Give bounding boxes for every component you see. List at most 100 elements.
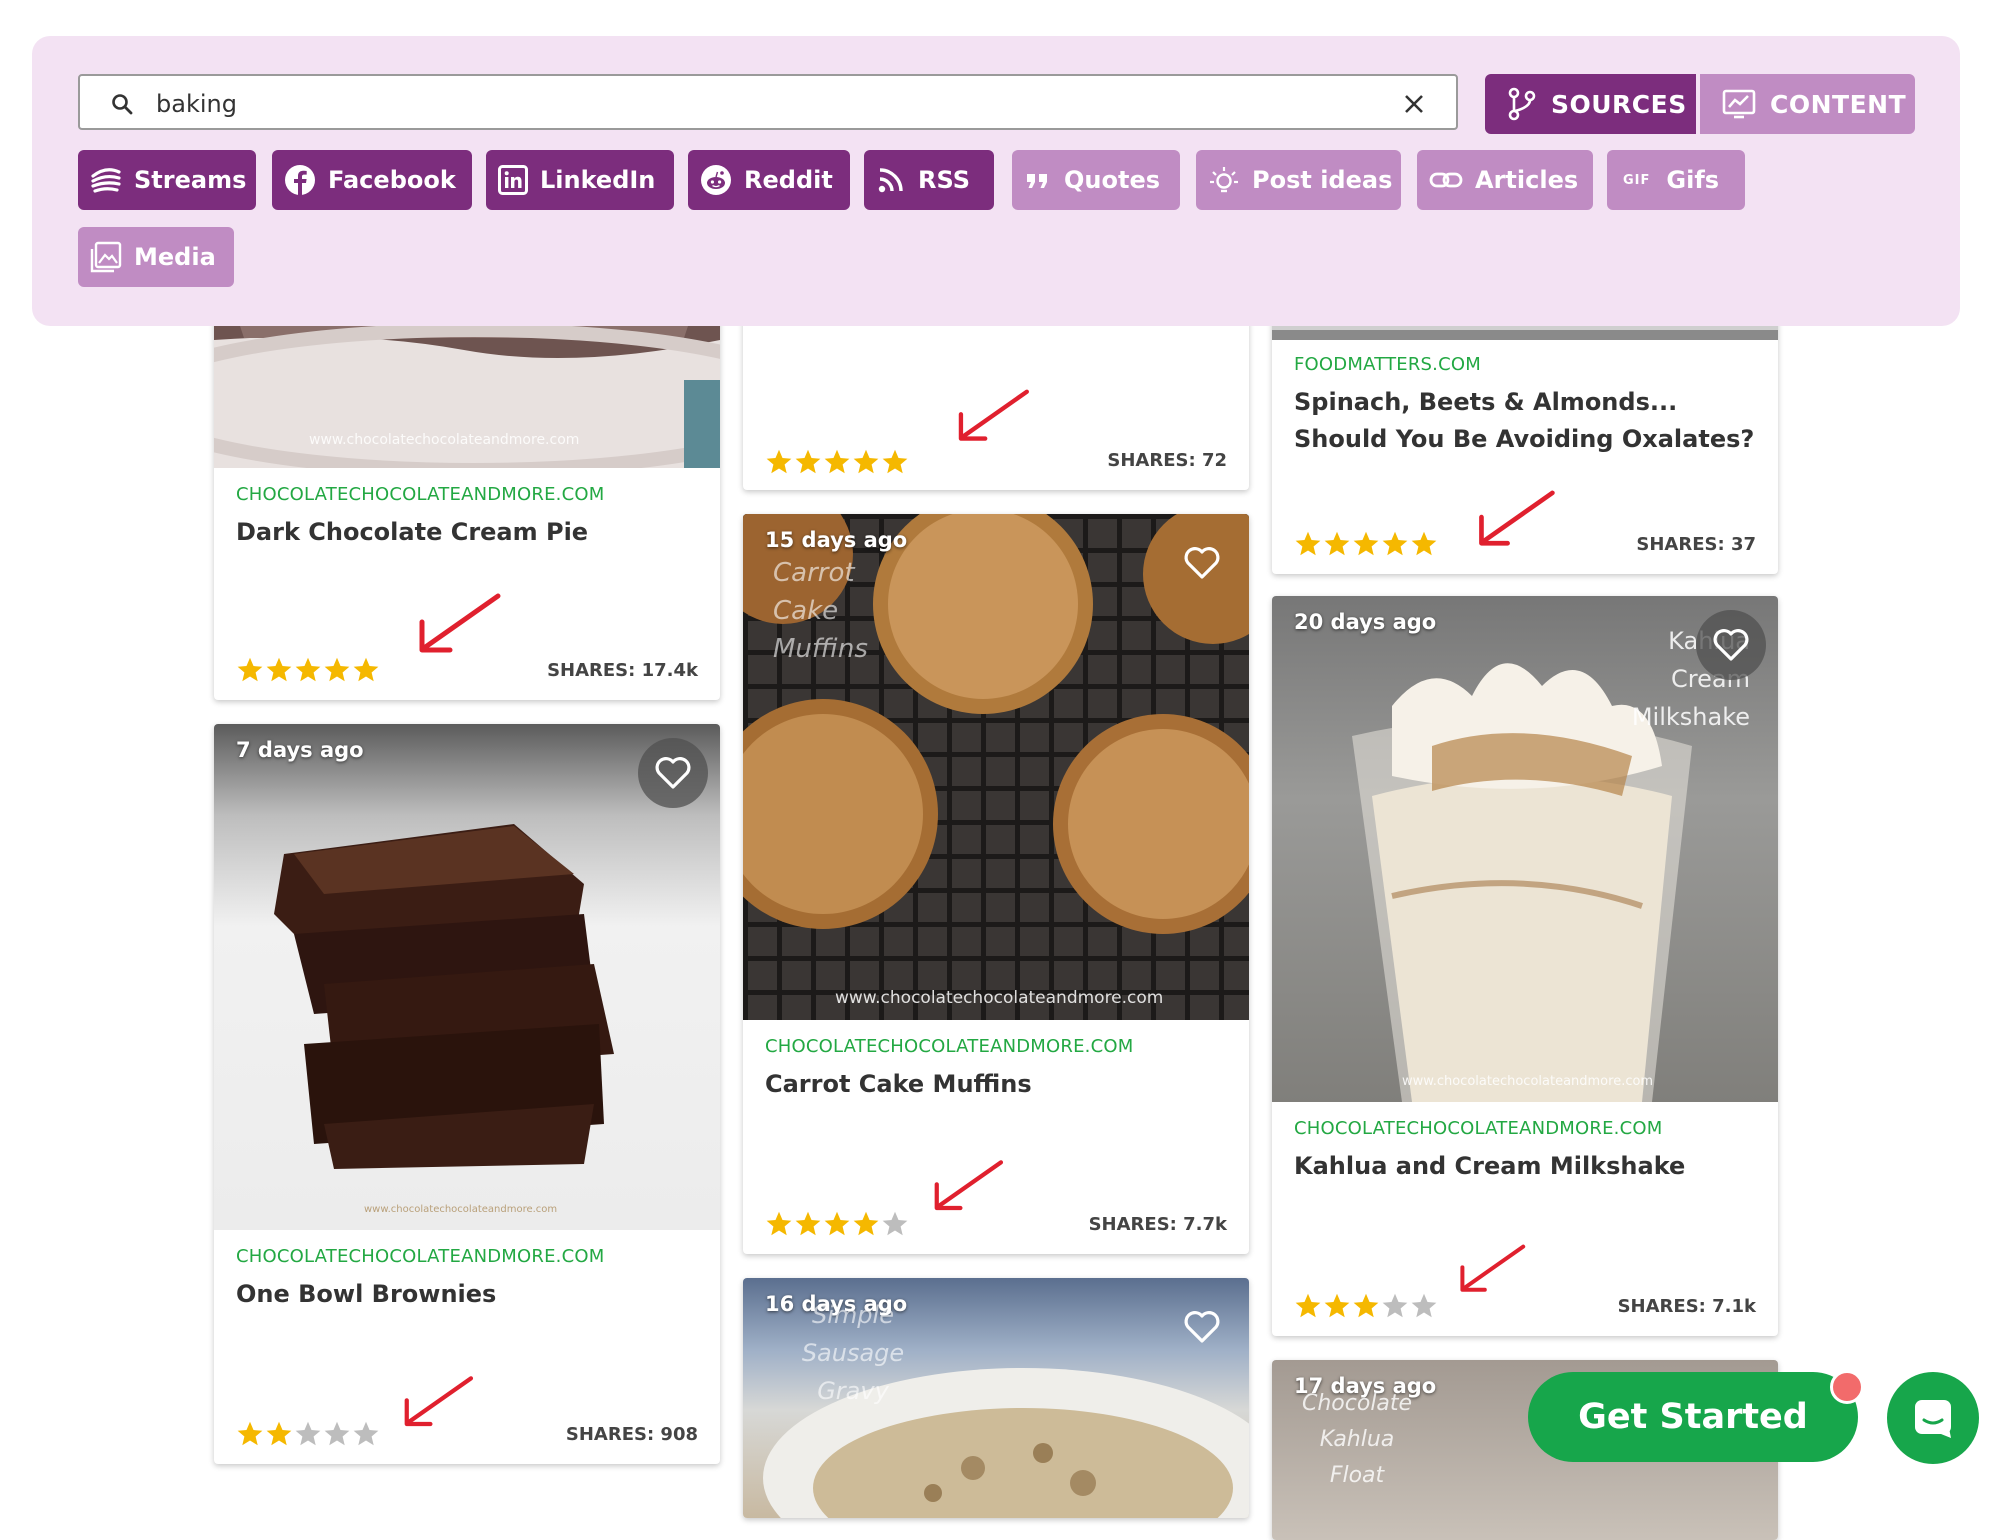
get-started-label: Get Started <box>1578 1397 1808 1437</box>
brownie-image <box>274 824 614 1169</box>
card-source[interactable]: CHOCOLATECHOCOLATEANDMORE.COM <box>236 1246 604 1267</box>
favorite-button[interactable] <box>638 738 708 808</box>
close-icon[interactable] <box>1402 92 1426 116</box>
card-image: 15 days ago Carrot Cake Muffins www.choc… <box>743 514 1249 1020</box>
star-icon <box>824 1211 850 1236</box>
star-icon <box>237 657 263 682</box>
star-icon <box>1411 531 1437 556</box>
sources-label: SOURCES <box>1551 89 1687 119</box>
notification-dot <box>1830 1370 1864 1404</box>
star-icon <box>1411 1293 1437 1318</box>
star-icon <box>824 449 850 474</box>
card-title[interactable]: Dark Chocolate Cream Pie <box>236 514 698 551</box>
filter-rss[interactable]: RSS <box>864 150 994 210</box>
filter-post-ideas[interactable]: Post ideas <box>1196 150 1401 210</box>
card-source[interactable]: CHOCOLATECHOCOLATEANDMORE.COM <box>1294 1118 1662 1139</box>
star-icon <box>324 1421 350 1446</box>
search-box[interactable] <box>78 74 1458 130</box>
content-card[interactable]: 7 days ago www.chocolatechocolateandmore… <box>214 724 720 1464</box>
image-overlay-text: Simple Sausage Gravy <box>801 1301 905 1405</box>
filter-streams-label: Streams <box>134 166 247 194</box>
link-icon <box>1429 172 1463 188</box>
image-icon <box>90 241 122 273</box>
streams-icon <box>91 168 121 193</box>
image-overlay-text: Carrot Cake Muffins <box>773 558 868 664</box>
filter-quotes-label: Quotes <box>1064 166 1161 194</box>
star-icon <box>324 657 350 682</box>
star-rating <box>765 1210 909 1238</box>
favorite-button[interactable] <box>1167 1292 1237 1362</box>
content-card[interactable]: 20 days ago Kahlua Cream Milkshake www.c… <box>1272 596 1778 1336</box>
chat-icon <box>1915 1400 1951 1438</box>
card-title[interactable]: Carrot Cake Muffins <box>765 1066 1227 1103</box>
filter-articles[interactable]: Articles <box>1417 150 1593 210</box>
card-source[interactable]: FOODMATTERS.COM <box>1294 354 1481 375</box>
shares-count: SHARES: 72 <box>1107 450 1227 471</box>
filter-gifs-label: Gifs <box>1666 166 1720 194</box>
filter-quotes[interactable]: Quotes <box>1012 150 1180 210</box>
star-icon <box>266 657 292 682</box>
card-image: 20 days ago Kahlua Cream Milkshake www.c… <box>1272 596 1778 1102</box>
heart-icon <box>1184 1311 1220 1343</box>
star-icon <box>353 1421 379 1446</box>
filter-reddit[interactable]: Reddit <box>688 150 850 210</box>
heart-icon <box>1713 629 1749 661</box>
star-rating <box>236 1420 380 1448</box>
card-age: 7 days ago <box>236 738 364 762</box>
star-icon <box>353 657 379 682</box>
card-image: 7 days ago www.chocolatechocolateandmore… <box>214 724 720 1230</box>
image-overlay-text: Chocolate Kahlua Float <box>1302 1391 1413 1488</box>
star-icon <box>295 1421 321 1446</box>
star-icon <box>1382 1293 1408 1318</box>
annotation-arrow <box>419 593 501 653</box>
content-card[interactable]: 16 days ago Simple Sausage Gravy <box>743 1278 1249 1518</box>
filter-facebook[interactable]: Facebook <box>272 150 472 210</box>
star-icon <box>853 449 879 474</box>
star-icon <box>1295 531 1321 556</box>
annotation-arrow <box>958 389 1029 441</box>
star-icon <box>1324 1293 1350 1318</box>
shares-count: SHARES: 908 <box>565 1424 698 1445</box>
reddit-icon <box>701 165 731 195</box>
filter-streams[interactable]: Streams <box>78 150 256 210</box>
quote-icon <box>1027 174 1047 188</box>
card-source[interactable]: CHOCOLATECHOCOLATEANDMORE.COM <box>765 1036 1133 1057</box>
sources-toggle[interactable]: SOURCES <box>1485 74 1696 134</box>
filter-media[interactable]: Media <box>78 227 234 287</box>
get-started-button[interactable]: Get Started <box>1528 1372 1858 1462</box>
star-rating <box>1294 1292 1438 1320</box>
search-input[interactable] <box>154 84 1358 124</box>
filter-gifs[interactable]: GIF Gifs <box>1607 150 1745 210</box>
filter-linkedin[interactable]: LinkedIn <box>486 150 674 210</box>
filter-media-label: Media <box>134 243 216 271</box>
content-card[interactable]: 15 days ago Carrot Cake Muffins www.choc… <box>743 514 1249 1254</box>
star-icon <box>266 1421 292 1446</box>
card-title[interactable]: One Bowl Brownies <box>236 1276 698 1313</box>
annotation-arrow <box>934 1160 1004 1211</box>
heart-icon <box>1184 547 1220 579</box>
chat-button[interactable] <box>1887 1372 1979 1464</box>
card-age: 20 days ago <box>1294 610 1437 634</box>
star-icon <box>882 1211 908 1236</box>
rss-icon <box>878 168 903 193</box>
star-rating <box>1294 530 1438 558</box>
star-icon <box>853 1211 879 1236</box>
favorite-button[interactable] <box>1696 610 1766 680</box>
filter-linkedin-label: LinkedIn <box>540 166 656 194</box>
star-icon <box>1324 531 1350 556</box>
content-toggle[interactable]: CONTENT <box>1700 74 1915 134</box>
facebook-icon <box>285 165 315 195</box>
card-title[interactable]: Kahlua and Cream Milkshake <box>1294 1148 1756 1185</box>
star-icon <box>295 657 321 682</box>
shares-count: SHARES: 7.1k <box>1617 1296 1756 1317</box>
card-source[interactable]: CHOCOLATECHOCOLATEANDMORE.COM <box>236 484 604 505</box>
star-icon <box>1382 531 1408 556</box>
filter-rss-label: RSS <box>918 166 970 194</box>
image-watermark: www.chocolatechocolateandmore.com <box>835 988 1164 1008</box>
card-title[interactable]: Spinach, Beets & Almonds... Should You B… <box>1294 384 1756 458</box>
favorite-button[interactable] <box>1167 528 1237 598</box>
search-panel: SOURCES CONTENT Streams Facebook LinkedI… <box>32 36 1960 326</box>
gif-icon: GIF <box>1623 172 1651 188</box>
image-watermark: www.chocolatechocolateandmore.com <box>364 1204 558 1215</box>
heart-icon <box>655 757 691 789</box>
